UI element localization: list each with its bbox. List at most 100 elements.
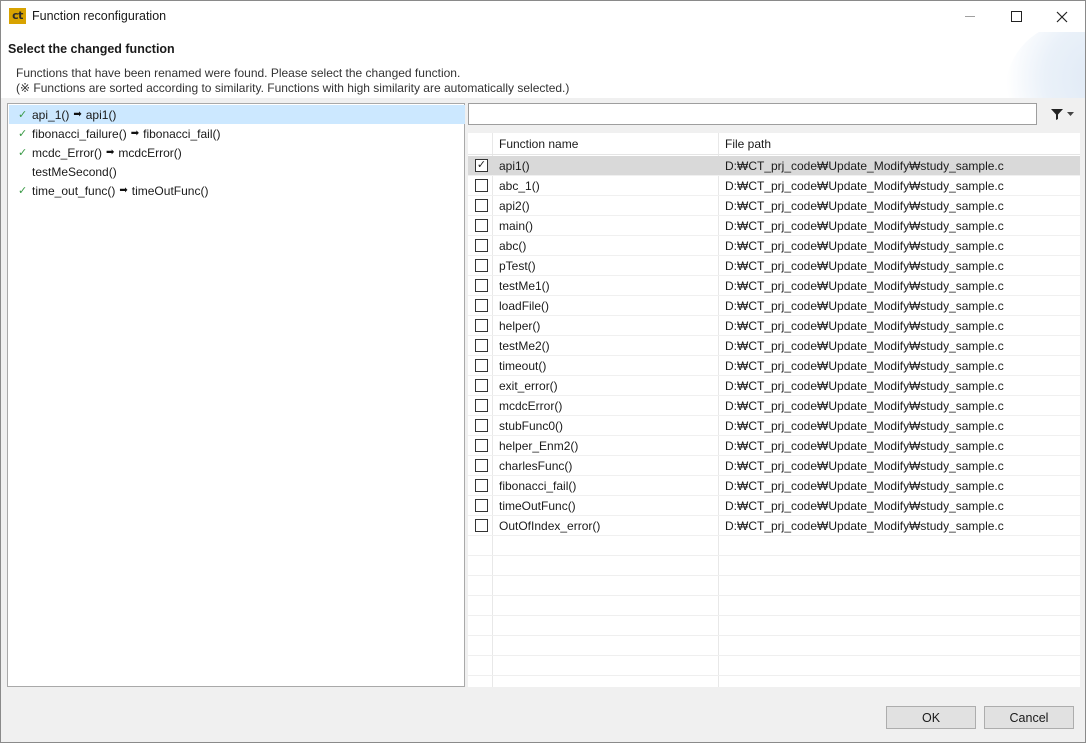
tree-item[interactable]: ✓ time_out_func() ➡ timeOutFunc(): [9, 181, 465, 200]
table-row[interactable]: testMe1() D:₩CT_prj_code₩Update_Modify₩st…: [468, 276, 1080, 296]
row-checkbox[interactable]: [475, 239, 488, 252]
table-row[interactable]: testMe2() D:₩CT_prj_code₩Update_Modify₩st…: [468, 336, 1080, 356]
row-checkbox[interactable]: [475, 319, 488, 332]
row-checkbox[interactable]: [475, 219, 488, 232]
column-header-function-name[interactable]: Function name: [499, 137, 578, 151]
table-header: Function name File path: [468, 133, 1080, 155]
tree-item-old-name: testMeSecond(): [32, 164, 117, 179]
table-row[interactable]: loadFile() D:₩CT_prj_code₩Update_Modify₩s…: [468, 296, 1080, 316]
file-path-cell: D:₩CT_prj_code₩Update_Modify₩study_sampl…: [725, 419, 1004, 433]
table-row[interactable]: exit_error() D:₩CT_prj_code₩Update_Modify…: [468, 376, 1080, 396]
chevron-down-icon: [1066, 112, 1074, 116]
filter-button[interactable]: [1045, 105, 1079, 123]
row-checkbox[interactable]: [475, 279, 488, 292]
row-checkbox[interactable]: [475, 179, 488, 192]
empty-row: [468, 556, 1080, 576]
function-name-cell: mcdcError(): [499, 399, 563, 413]
search-input[interactable]: [468, 103, 1037, 125]
tree-item-old-name: mcdc_Error(): [32, 145, 103, 160]
row-checkbox[interactable]: [475, 399, 488, 412]
row-checkbox[interactable]: [475, 519, 488, 532]
dialog-window: ct Function reconfiguration Select the c…: [0, 0, 1086, 743]
file-path-cell: D:₩CT_prj_code₩Update_Modify₩study_sampl…: [725, 159, 1004, 173]
empty-row: [468, 536, 1080, 556]
tree-item[interactable]: ✓ api_1() ➡ api1(): [9, 105, 465, 124]
function-name-cell: exit_error(): [499, 379, 558, 393]
file-path-cell: D:₩CT_prj_code₩Update_Modify₩study_sampl…: [725, 219, 1004, 233]
tree-item-new-name: mcdcError(): [118, 145, 182, 160]
function-name-cell: timeOutFunc(): [499, 499, 576, 513]
function-name-cell: OutOfIndex_error(): [499, 519, 601, 533]
right-arrow-icon: ➡: [130, 128, 140, 139]
function-name-cell: api1(): [499, 159, 530, 173]
row-checkbox[interactable]: [475, 359, 488, 372]
row-checkbox[interactable]: [475, 499, 488, 512]
file-path-cell: D:₩CT_prj_code₩Update_Modify₩study_sampl…: [725, 359, 1004, 373]
function-name-cell: loadFile(): [499, 299, 550, 313]
minimize-button[interactable]: [947, 1, 993, 32]
function-name-cell: helper(): [499, 319, 541, 333]
table-row[interactable]: abc() D:₩CT_prj_code₩Update_Modify₩study_…: [468, 236, 1080, 256]
empty-row: [468, 596, 1080, 616]
table-row[interactable]: pTest() D:₩CT_prj_code₩Update_Modify₩stud…: [468, 256, 1080, 276]
row-checkbox[interactable]: [475, 259, 488, 272]
file-path-cell: D:₩CT_prj_code₩Update_Modify₩study_sampl…: [725, 379, 1004, 393]
table-row[interactable]: OutOfIndex_error() D:₩CT_prj_code₩Update_…: [468, 516, 1080, 536]
close-icon: [1056, 11, 1068, 22]
table-row[interactable]: helper() D:₩CT_prj_code₩Update_Modify₩stu…: [468, 316, 1080, 336]
function-name-cell: api2(): [499, 199, 530, 213]
tree-item-old-name: time_out_func(): [32, 183, 116, 198]
row-checkbox[interactable]: [475, 459, 488, 472]
table-row[interactable]: abc_1() D:₩CT_prj_code₩Update_Modify₩stud…: [468, 176, 1080, 196]
column-header-file-path[interactable]: File path: [725, 137, 771, 151]
empty-row: [468, 656, 1080, 676]
row-checkbox[interactable]: [475, 299, 488, 312]
table-row[interactable]: main() D:₩CT_prj_code₩Update_Modify₩study…: [468, 216, 1080, 236]
tree-item[interactable]: ✓ mcdc_Error() ➡ mcdcError(): [9, 143, 465, 162]
row-checkbox[interactable]: [475, 439, 488, 452]
table-row[interactable]: ✓ api1() D:₩CT_prj_code₩Update_Modify₩stud…: [468, 156, 1080, 176]
row-checkbox[interactable]: [475, 379, 488, 392]
maximize-button[interactable]: [993, 1, 1039, 32]
file-path-cell: D:₩CT_prj_code₩Update_Modify₩study_sampl…: [725, 399, 1004, 413]
function-name-cell: abc_1(): [499, 179, 540, 193]
row-checkbox[interactable]: [475, 339, 488, 352]
file-path-cell: D:₩CT_prj_code₩Update_Modify₩study_sampl…: [725, 459, 1004, 473]
title-bar[interactable]: ct Function reconfiguration: [1, 1, 1085, 32]
file-path-cell: D:₩CT_prj_code₩Update_Modify₩study_sampl…: [725, 259, 1004, 273]
function-name-cell: charlesFunc(): [499, 459, 573, 473]
file-path-cell: D:₩CT_prj_code₩Update_Modify₩study_sampl…: [725, 299, 1004, 313]
tree-item[interactable]: ✓ fibonacci_failure() ➡ fibonacci_fail(): [9, 124, 465, 143]
table-row[interactable]: fibonacci_fail() D:₩CT_prj_code₩Update_Mo…: [468, 476, 1080, 496]
table-row[interactable]: mcdcError() D:₩CT_prj_code₩Update_Modify₩…: [468, 396, 1080, 416]
filter-icon: [1050, 109, 1063, 120]
file-path-cell: D:₩CT_prj_code₩Update_Modify₩study_sampl…: [725, 279, 1004, 293]
renamed-function-tree[interactable]: ✓ api_1() ➡ api1() ✓ fibonacci_failure() ➡ fibo…: [7, 103, 465, 687]
table-row[interactable]: stubFunc0() D:₩CT_prj_code₩Update_Modify₩…: [468, 416, 1080, 436]
function-name-cell: testMe1(): [499, 279, 550, 293]
row-checkbox[interactable]: [475, 479, 488, 492]
table-row[interactable]: timeOutFunc() D:₩CT_prj_code₩Update_Modif…: [468, 496, 1080, 516]
file-path-cell: D:₩CT_prj_code₩Update_Modify₩study_sampl…: [725, 519, 1004, 533]
checkmark-icon: ✓: [18, 128, 28, 140]
file-path-cell: D:₩CT_prj_code₩Update_Modify₩study_sampl…: [725, 199, 1004, 213]
table-row[interactable]: helper_Enm2() D:₩CT_prj_code₩Update_Modif…: [468, 436, 1080, 456]
cancel-button[interactable]: Cancel: [984, 706, 1074, 729]
right-arrow-icon: ➡: [73, 109, 82, 120]
row-checkbox[interactable]: [475, 419, 488, 432]
dialog-header: Select the changed function Functions th…: [1, 32, 1085, 98]
tree-item[interactable]: testMeSecond(): [9, 162, 465, 181]
file-path-cell: D:₩CT_prj_code₩Update_Modify₩study_sampl…: [725, 319, 1004, 333]
ok-button[interactable]: OK: [886, 706, 976, 729]
table-row[interactable]: timeout() D:₩CT_prj_code₩Update_Modify₩st…: [468, 356, 1080, 376]
close-button[interactable]: [1039, 1, 1085, 32]
empty-row: [468, 636, 1080, 656]
row-checkbox[interactable]: [475, 199, 488, 212]
function-name-cell: pTest(): [499, 259, 536, 273]
row-checkbox[interactable]: ✓: [475, 159, 488, 172]
empty-row: [468, 676, 1080, 687]
table-row[interactable]: api2() D:₩CT_prj_code₩Update_Modify₩study…: [468, 196, 1080, 216]
table-row[interactable]: charlesFunc() D:₩CT_prj_code₩Update_Modif…: [468, 456, 1080, 476]
function-name-cell: main(): [499, 219, 534, 233]
tree-item-old-name: api_1(): [32, 107, 70, 122]
